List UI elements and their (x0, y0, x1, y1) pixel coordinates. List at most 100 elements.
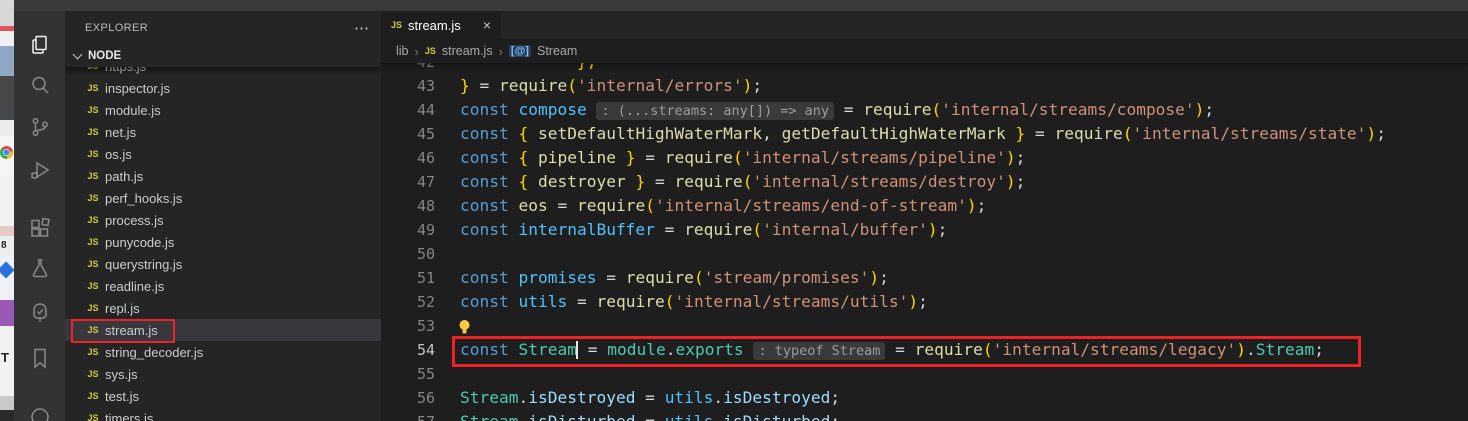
todo-tree-icon[interactable] (14, 298, 65, 328)
token: require (596, 292, 664, 311)
token: compose (518, 100, 586, 119)
token: Stream (460, 412, 518, 421)
file-row-querystring-js[interactable]: JSquerystring.js (65, 253, 381, 275)
breadcrumb-file[interactable]: stream.js (442, 44, 493, 58)
file-row-readline-js[interactable]: JSreadline.js (65, 275, 381, 297)
file-row-os-js[interactable]: JSos.js (65, 143, 381, 165)
source-control-icon[interactable] (14, 112, 65, 142)
section-node[interactable]: NODE (65, 45, 381, 67)
breadcrumb-lib[interactable]: lib (396, 44, 409, 58)
token: = (635, 388, 664, 407)
search-icon[interactable] (14, 70, 65, 100)
more-actions-icon[interactable]: ⋯ (354, 19, 369, 37)
explorer-icon[interactable] (14, 30, 65, 60)
code-line-53[interactable]: 53 (381, 314, 1468, 338)
file-row-stream-js[interactable]: JSstream.js (65, 319, 381, 341)
tab-bar: JS stream.js × (381, 11, 1468, 39)
code-line-47[interactable]: 47const { destroyer } = require('interna… (381, 170, 1468, 194)
js-file-icon: JS (85, 259, 101, 269)
line-number: 56 (381, 386, 435, 410)
line-number: 50 (381, 242, 435, 266)
token: ; (830, 388, 840, 407)
token (528, 124, 538, 143)
code-line-44[interactable]: 44 const compose : (...streams: any[]) =>… (381, 98, 1468, 122)
token: pipeline (538, 148, 616, 167)
sliver-block (0, 46, 14, 76)
js-file-icon: JS (85, 281, 101, 291)
token: const (460, 100, 509, 119)
token: require (577, 196, 645, 215)
code-text: const compose : (...streams: any[]) => a… (460, 98, 1214, 123)
token: } (460, 76, 470, 95)
file-list: JShttps.jsJSinspector.jsJSmodule.jsJSnet… (65, 11, 381, 421)
token: require (665, 148, 733, 167)
token: { (518, 172, 528, 191)
token: , (762, 124, 782, 143)
file-row-test-js[interactable]: JStest.js (65, 385, 381, 407)
token: const (460, 220, 509, 239)
token: destroyer (538, 172, 626, 191)
sliver-block (0, 396, 14, 410)
file-row-string_decoder-js[interactable]: JSstring_decoder.js (65, 341, 381, 363)
token: ) (1366, 124, 1376, 143)
extension-circle-icon[interactable] (14, 400, 65, 421)
run-and-debug-icon[interactable] (14, 155, 65, 185)
token: ( (733, 148, 743, 167)
extensions-icon[interactable] (14, 213, 65, 243)
bookmarks-icon[interactable] (14, 343, 65, 373)
token: = (834, 100, 863, 119)
file-row-process-js[interactable]: JSprocess.js (65, 209, 381, 231)
file-row-timers-js[interactable]: JStimers.js (65, 407, 381, 421)
token: ( (694, 268, 704, 287)
code-line-51[interactable]: 51const promises = require('stream/promi… (381, 266, 1468, 290)
token: = (470, 76, 499, 95)
sliver-block (0, 176, 14, 226)
js-file-icon: JS (85, 83, 101, 93)
code-area[interactable]: 42 },43} = require('internal/errors');44… (381, 11, 1468, 421)
testing-icon[interactable] (14, 253, 65, 283)
token: ; (879, 268, 889, 287)
file-row-path-js[interactable]: JSpath.js (65, 165, 381, 187)
token: = (635, 412, 664, 421)
code-line-50[interactable]: 50 (381, 242, 1468, 266)
tab-stream-js[interactable]: JS stream.js × (381, 11, 501, 39)
line-number: 46 (381, 146, 435, 170)
file-row-repl-js[interactable]: JSrepl.js (65, 297, 381, 319)
token: } (626, 148, 636, 167)
token: 'stream/promises' (704, 268, 870, 287)
token: isDestroyed (723, 388, 830, 407)
file-name: net.js (105, 125, 136, 140)
file-name: stream.js (105, 323, 158, 338)
token (587, 100, 597, 119)
code-line-56[interactable]: 56Stream.isDestroyed = utils.isDestroyed… (381, 386, 1468, 410)
file-row-inspector-js[interactable]: JSinspector.js (65, 77, 381, 99)
breadcrumb-symbol[interactable]: Stream (537, 44, 577, 58)
file-row-sys-js[interactable]: JSsys.js (65, 363, 381, 385)
vscode-window: 8 T JSh (0, 0, 1468, 421)
code-text: const promises = require('stream/promise… (460, 266, 889, 290)
code-line-49[interactable]: 49const internalBuffer = require('intern… (381, 218, 1468, 242)
code-line-52[interactable]: 52const utils = require('internal/stream… (381, 290, 1468, 314)
code-text: const { setDefaultHighWaterMark, getDefa… (460, 122, 1386, 146)
token: eos (518, 196, 547, 215)
code-text: const eos = require('internal/streams/en… (460, 194, 986, 218)
code-line-45[interactable]: 45const { setDefaultHighWaterMark, getDe… (381, 122, 1468, 146)
token: = (635, 148, 664, 167)
close-icon[interactable]: × (483, 17, 491, 33)
file-row-module-js[interactable]: JSmodule.js (65, 99, 381, 121)
token (626, 172, 636, 191)
token (528, 172, 538, 191)
line-number: 44 (381, 98, 435, 122)
token: internalBuffer (518, 220, 654, 239)
token: utils (518, 292, 567, 311)
file-row-perf_hooks-js[interactable]: JSperf_hooks.js (65, 187, 381, 209)
token: 'internal/streams/pipeline' (743, 148, 1006, 167)
code-line-48[interactable]: 48const eos = require('internal/streams/… (381, 194, 1468, 218)
code-line-57[interactable]: 57Stream.isDisturbed = utils.isDisturbed… (381, 410, 1468, 421)
token: const (460, 196, 509, 215)
file-row-net-js[interactable]: JSnet.js (65, 121, 381, 143)
code-line-46[interactable]: 46const { pipeline } = require('internal… (381, 146, 1468, 170)
file-row-punycode-js[interactable]: JSpunycode.js (65, 231, 381, 253)
file-name: os.js (105, 147, 132, 162)
code-line-43[interactable]: 43} = require('internal/errors'); (381, 74, 1468, 98)
